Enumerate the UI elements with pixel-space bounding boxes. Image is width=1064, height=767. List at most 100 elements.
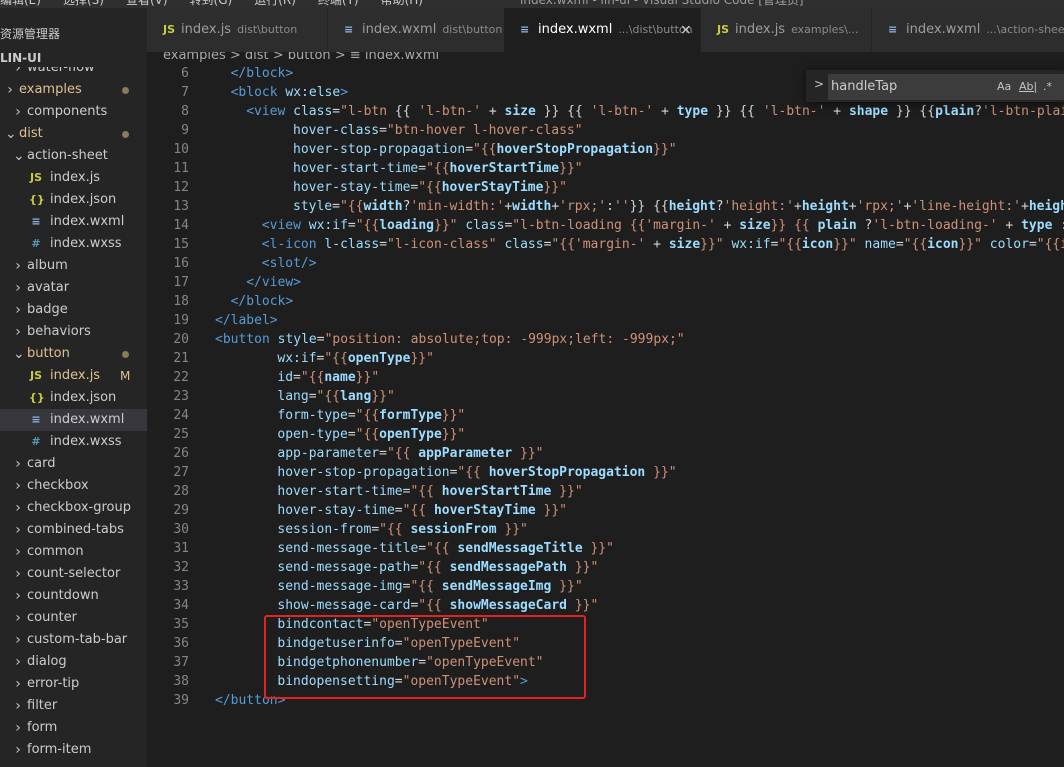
- code-line[interactable]: 38 bindopensetting="openTypeEvent">: [147, 672, 1064, 691]
- folder-item[interactable]: ⌄ action-sheet: [0, 145, 147, 167]
- code-line[interactable]: 24 form-type="{{formType}}": [147, 406, 1064, 425]
- folder-item[interactable]: › avatar: [0, 277, 147, 299]
- menu-item[interactable]: 转到(G): [190, 0, 233, 8]
- code-line[interactable]: 35 bindcontact="openTypeEvent": [147, 615, 1064, 634]
- find-input[interactable]: handleTap Aa Ab| .*: [828, 74, 1064, 100]
- chevron-right-icon[interactable]: ›: [13, 651, 23, 673]
- folder-item[interactable]: › water-flow: [0, 67, 147, 79]
- code-line[interactable]: 36 bindgetuserinfo="openTypeEvent": [147, 634, 1064, 653]
- folder-item[interactable]: › examples: [0, 79, 147, 101]
- file-item[interactable]: {} index.json: [0, 189, 147, 211]
- code-line[interactable]: 30 session-from="{{ sessionFrom }}": [147, 520, 1064, 539]
- folder-item[interactable]: › custom-tab-bar: [0, 629, 147, 651]
- code-line[interactable]: 9 hover-class="btn-hover l-hover-class": [147, 121, 1064, 140]
- match-whole-word-icon[interactable]: Ab|: [1019, 80, 1037, 93]
- menu-item[interactable]: 编辑(E): [0, 0, 41, 8]
- code-line[interactable]: 32 send-message-path="{{ sendMessagePath …: [147, 558, 1064, 577]
- editor-tab[interactable]: ≡ index.wxml ...\dist\button ×: [504, 8, 701, 52]
- folder-item[interactable]: ⌄ button: [0, 343, 147, 365]
- chevron-right-icon[interactable]: ›: [13, 541, 23, 563]
- chevron-right-icon[interactable]: ›: [13, 277, 23, 299]
- file-item[interactable]: # index.wxss: [0, 233, 147, 255]
- chevron-right-icon[interactable]: ›: [13, 299, 23, 321]
- code-line[interactable]: 15 <l-icon l-class="l-icon-class" class="…: [147, 235, 1064, 254]
- folder-item[interactable]: › error-tip: [0, 673, 147, 695]
- code-line[interactable]: 12 hover-stay-time="{{hoverStayTime}}": [147, 178, 1064, 197]
- breadcrumb[interactable]: examples > dist > button > ≡ index.wxml: [147, 52, 1064, 65]
- folder-item[interactable]: › form-item: [0, 739, 147, 761]
- chevron-down-icon[interactable]: ⌄: [5, 123, 17, 145]
- menu-item[interactable]: 帮助(H): [381, 0, 423, 8]
- chevron-right-icon[interactable]: ›: [5, 79, 15, 101]
- code-line[interactable]: 28 hover-start-time="{{ hoverStartTime }}…: [147, 482, 1064, 501]
- project-title[interactable]: LIN-UI: [0, 51, 41, 65]
- folder-item[interactable]: › form: [0, 717, 147, 739]
- chevron-down-icon[interactable]: ⌄: [13, 343, 25, 365]
- chevron-down-icon[interactable]: ⌄: [13, 145, 25, 167]
- menu-item[interactable]: 选择(S): [63, 0, 104, 8]
- folder-item[interactable]: › combined-tabs: [0, 519, 147, 541]
- folder-item[interactable]: › card: [0, 453, 147, 475]
- folder-item[interactable]: › components: [0, 101, 147, 123]
- code-line[interactable]: 16 <slot/>: [147, 254, 1064, 273]
- chevron-right-icon[interactable]: ›: [13, 739, 23, 761]
- editor-tab[interactable]: ≡ index.wxml dist\button: [328, 8, 517, 52]
- match-case-icon[interactable]: Aa: [997, 80, 1011, 93]
- folder-item[interactable]: › common: [0, 541, 147, 563]
- code-line[interactable]: 18 </block>: [147, 292, 1064, 311]
- regex-icon[interactable]: .*: [1043, 80, 1052, 93]
- folder-item[interactable]: › album: [0, 255, 147, 277]
- menu-item[interactable]: 终端(T): [318, 0, 359, 8]
- code-line[interactable]: 34 show-message-card="{{ showMessageCard …: [147, 596, 1064, 615]
- menu-item[interactable]: 运行(R): [254, 0, 296, 8]
- code-line[interactable]: 20 <button style="position: absolute;top:…: [147, 330, 1064, 349]
- chevron-right-icon[interactable]: ›: [13, 497, 23, 519]
- code-line[interactable]: 29 hover-stay-time="{{ hoverStayTime }}": [147, 501, 1064, 520]
- editor-tab[interactable]: JS index.js examples\...: [701, 8, 872, 52]
- code-line[interactable]: 17 </view>: [147, 273, 1064, 292]
- chevron-right-icon[interactable]: ›: [13, 607, 23, 629]
- menu-items[interactable]: 编辑(E) 选择(S) 查看(V) 转到(G) 运行(R) 终端(T) 帮助(H): [0, 0, 445, 7]
- chevron-right-icon[interactable]: ›: [13, 321, 23, 343]
- menu-item[interactable]: 查看(V): [126, 0, 168, 8]
- chevron-right-icon[interactable]: ›: [13, 101, 23, 123]
- code-line[interactable]: 33 send-message-img="{{ sendMessageImg }}…: [147, 577, 1064, 596]
- file-item[interactable]: {} index.json: [0, 387, 147, 409]
- chevron-right-icon[interactable]: ›: [13, 717, 23, 739]
- code-line[interactable]: 14 <view wx:if="{{loading}}" class="l-btn…: [147, 216, 1064, 235]
- folder-item[interactable]: › countdown: [0, 585, 147, 607]
- file-item[interactable]: ≡ index.wxml: [0, 211, 147, 233]
- code-line[interactable]: 27 hover-stop-propagation="{{ hoverStopPr…: [147, 463, 1064, 482]
- file-item[interactable]: JS index.js M: [0, 365, 147, 387]
- folder-item[interactable]: › counter: [0, 607, 147, 629]
- folder-item[interactable]: › filter: [0, 695, 147, 717]
- chevron-right-icon[interactable]: ›: [13, 585, 23, 607]
- folder-item[interactable]: › count-selector: [0, 563, 147, 585]
- file-item[interactable]: # index.wxss: [0, 431, 147, 453]
- folder-item[interactable]: ⌄ dist: [0, 123, 147, 145]
- folder-item[interactable]: › dialog: [0, 651, 147, 673]
- folder-item[interactable]: › behaviors: [0, 321, 147, 343]
- code-line[interactable]: 25 open-type="{{openType}}": [147, 425, 1064, 444]
- chevron-right-icon[interactable]: ›: [13, 629, 23, 651]
- code-line[interactable]: 10 hover-stop-propagation="{{hoverStopPro…: [147, 140, 1064, 159]
- code-line[interactable]: 13 style="{{width?'min-width:'+width+'rpx…: [147, 197, 1064, 216]
- folder-item[interactable]: › checkbox-group: [0, 497, 147, 519]
- chevron-right-icon[interactable]: ›: [13, 475, 23, 497]
- code-line[interactable]: 19 </label>: [147, 311, 1064, 330]
- chevron-right-icon[interactable]: ›: [13, 563, 23, 585]
- chevron-right-icon[interactable]: ›: [13, 453, 23, 475]
- code-line[interactable]: 8 <view class="l-btn {{ 'l-btn-' + size }…: [147, 102, 1064, 121]
- code-line[interactable]: 26 app-parameter="{{ appParameter }}": [147, 444, 1064, 463]
- chevron-right-icon[interactable]: ›: [13, 67, 23, 75]
- file-item[interactable]: JS index.js: [0, 167, 147, 189]
- chevron-right-icon[interactable]: ›: [13, 255, 23, 277]
- code-line[interactable]: 11 hover-start-time="{{hoverStartTime}}": [147, 159, 1064, 178]
- chevron-right-icon[interactable]: ›: [13, 519, 23, 541]
- find-input-value[interactable]: handleTap: [831, 79, 897, 94]
- file-item[interactable]: ≡ index.wxml: [0, 409, 147, 431]
- close-icon[interactable]: ×: [680, 8, 692, 52]
- code-line[interactable]: 31 send-message-title="{{ sendMessageTitl…: [147, 539, 1064, 558]
- breadcrumb-path[interactable]: examples > dist > button > ≡ index.wxml: [163, 52, 439, 63]
- editor-tab[interactable]: ≡ index.wxml ...\action-sheet: [872, 8, 1064, 52]
